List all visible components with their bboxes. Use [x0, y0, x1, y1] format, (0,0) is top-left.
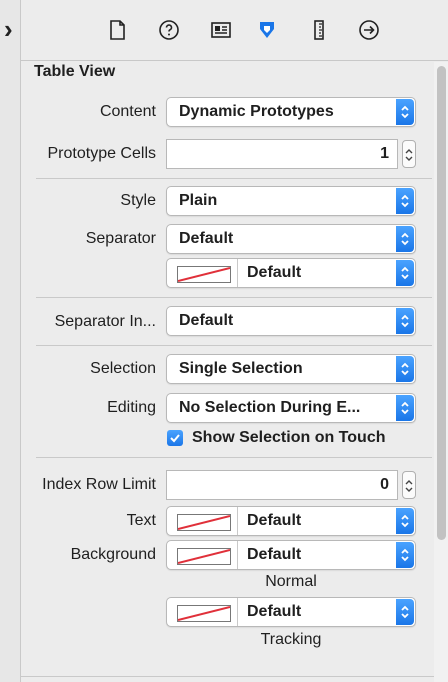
chevron-updown-icon: [396, 226, 414, 252]
separator-inset-popup[interactable]: Default: [166, 306, 416, 336]
separator-inset-value: Default: [179, 312, 234, 329]
divider: [36, 297, 432, 298]
divider: [36, 178, 432, 179]
editing-label: Editing: [107, 399, 156, 416]
prototype-cells-stepper[interactable]: [402, 140, 416, 168]
index-row-limit-field[interactable]: 0: [166, 470, 398, 500]
chevron-right-icon[interactable]: ›: [4, 16, 13, 42]
divider: [21, 676, 434, 677]
index-row-limit-value: 0: [380, 476, 389, 493]
text-color-popup[interactable]: Default: [166, 506, 416, 536]
identity-icon[interactable]: [209, 18, 233, 42]
separator-value: Default: [179, 230, 234, 247]
editing-popup[interactable]: No Selection During E...: [166, 393, 416, 423]
prototype-cells-value: 1: [380, 145, 389, 162]
separator-popup[interactable]: Default: [166, 224, 416, 254]
scrollbar-thumb[interactable]: [437, 66, 446, 540]
color-swatch-default: [177, 266, 231, 283]
chevron-updown-icon: [396, 395, 414, 421]
chevron-updown-icon: [396, 260, 414, 286]
size-icon[interactable]: [307, 18, 331, 42]
selection-label: Selection: [90, 360, 156, 377]
separator-label: Separator: [85, 230, 156, 247]
style-label: Style: [120, 192, 156, 209]
connections-icon[interactable]: [357, 18, 381, 42]
style-popup[interactable]: Plain: [166, 186, 416, 216]
normal-caption: Normal: [265, 573, 317, 590]
chevron-updown-icon: [396, 356, 414, 382]
chevron-updown-icon: [396, 308, 414, 334]
swatch-divider: [237, 541, 238, 569]
swatch-divider: [237, 507, 238, 535]
show-selection-checkbox[interactable]: [167, 430, 183, 446]
attributes-icon[interactable]: [255, 18, 279, 42]
content-value: Dynamic Prototypes: [179, 103, 334, 120]
help-icon[interactable]: [157, 18, 181, 42]
divider: [36, 345, 432, 346]
tracking-caption: Tracking: [260, 631, 322, 648]
prototype-cells-label: Prototype Cells: [47, 145, 157, 162]
index-row-limit-stepper[interactable]: [402, 471, 416, 499]
background-color-label: Background: [70, 546, 156, 563]
separator-color-value: Default: [247, 264, 302, 281]
separator-inset-label: Separator In...: [54, 313, 156, 330]
swatch-divider: [237, 598, 238, 626]
divider: [36, 457, 432, 458]
color-swatch-default: [177, 605, 231, 622]
content-popup[interactable]: Dynamic Prototypes: [166, 97, 416, 127]
separator-color-popup[interactable]: Default: [166, 258, 416, 288]
text-color-value: Default: [247, 512, 302, 529]
tracking-color-value: Default: [247, 603, 302, 620]
inspector-toolbar: [21, 0, 448, 61]
background-color-popup[interactable]: Default: [166, 540, 416, 570]
selection-value: Single Selection: [179, 360, 303, 377]
file-icon[interactable]: [105, 18, 129, 42]
selection-popup[interactable]: Single Selection: [166, 354, 416, 384]
chevron-updown-icon: [396, 99, 414, 125]
prototype-cells-field[interactable]: 1: [166, 139, 398, 169]
chevron-updown-icon: [396, 542, 414, 568]
swatch-divider: [237, 259, 238, 287]
chevron-updown-icon: [396, 508, 414, 534]
content-label: Content: [99, 103, 156, 120]
show-selection-label[interactable]: Show Selection on Touch: [192, 429, 385, 447]
chevron-updown-icon: [396, 188, 414, 214]
chevron-updown-icon: [396, 599, 414, 625]
index-row-limit-label: Index Row Limit: [42, 476, 156, 493]
section-title: Table View: [34, 63, 116, 80]
text-color-label: Text: [126, 512, 156, 529]
color-swatch-default: [177, 548, 231, 565]
left-gutter: [0, 0, 21, 682]
editing-value: No Selection During E...: [179, 399, 361, 416]
background-color-value: Default: [247, 546, 302, 563]
style-value: Plain: [179, 192, 218, 209]
tracking-color-popup[interactable]: Default: [166, 597, 416, 627]
color-swatch-default: [177, 514, 231, 531]
